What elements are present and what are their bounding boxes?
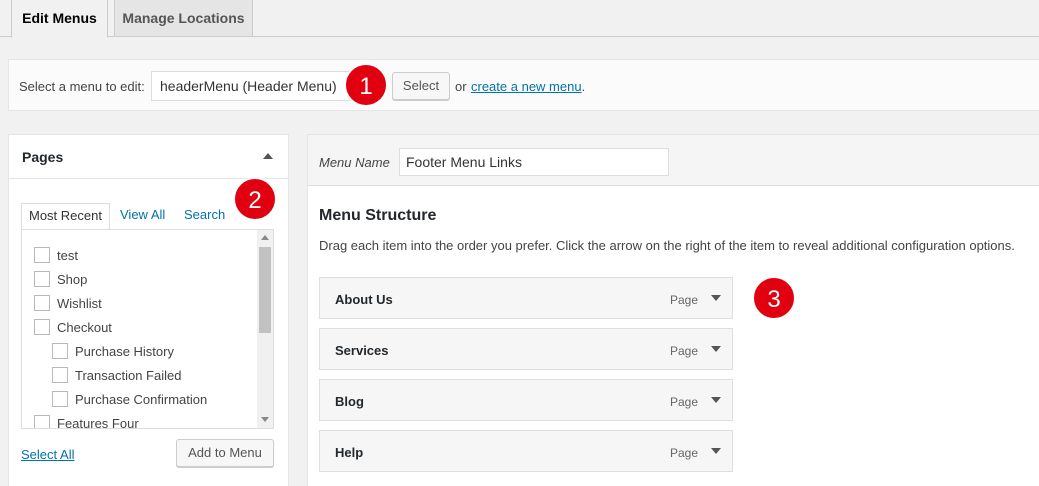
create-menu-wrapper: create a new menu.	[471, 79, 585, 94]
pages-panel-title: Pages	[22, 149, 64, 165]
tab-search[interactable]: Search	[184, 207, 225, 222]
create-new-menu-link[interactable]: create a new menu	[471, 79, 582, 94]
expand-arrow-icon[interactable]	[711, 295, 721, 301]
menu-name-label: Menu Name	[319, 155, 390, 170]
pages-panel-header[interactable]: Pages	[9, 135, 288, 179]
create-link-suffix: .	[581, 79, 586, 94]
tab-manage-locations[interactable]: Manage Locations	[114, 0, 253, 37]
menu-item[interactable]: About Us Page	[319, 277, 733, 319]
step-badge: 3	[752, 276, 796, 320]
menu-item-type: Page	[670, 446, 699, 460]
step-badge: 2	[233, 177, 277, 221]
scroll-up-arrow-icon[interactable]	[261, 235, 269, 240]
page-label: Purchase History	[75, 344, 174, 359]
menu-item[interactable]: Blog Page	[319, 379, 733, 421]
expand-arrow-icon[interactable]	[711, 397, 721, 403]
manage-menus-bar: Select a menu to edit: headerMenu (Heade…	[8, 59, 1039, 111]
page-checkbox[interactable]	[52, 391, 68, 407]
nav-tabs: Edit Menus Manage Locations	[0, 0, 1039, 38]
menu-structure-panel: Menu Name Footer Menu Links Menu Structu…	[307, 134, 1039, 486]
menu-item-title: Help	[335, 445, 364, 460]
pages-checklist: test Shop Wishlist Checkout Purchase His…	[21, 229, 274, 429]
page-checkbox[interactable]	[34, 415, 50, 428]
menu-item-title: Services	[335, 343, 389, 358]
menu-structure-description: Drag each item into the order you prefer…	[319, 238, 1015, 253]
page-checkbox[interactable]	[34, 295, 50, 311]
menu-item-title: About Us	[335, 292, 393, 307]
select-menu-label: Select a menu to edit:	[19, 79, 145, 94]
page-label: Wishlist	[57, 296, 102, 311]
page-checkbox[interactable]	[52, 367, 68, 383]
menu-item[interactable]: Help Page	[319, 430, 733, 472]
page-label: Shop	[57, 272, 88, 287]
menu-item-title: Blog	[335, 394, 364, 409]
add-to-menu-button[interactable]: Add to Menu	[176, 439, 274, 467]
page-checkbox[interactable]	[52, 343, 68, 359]
page-label: Checkout	[57, 320, 112, 335]
page-label: test	[57, 248, 78, 263]
step-badge: 1	[344, 63, 388, 107]
collapse-arrow-icon[interactable]	[263, 153, 273, 159]
select-button[interactable]: Select	[392, 72, 450, 100]
tab-edit-menus[interactable]: Edit Menus	[11, 0, 108, 38]
menu-item[interactable]: Services Page	[319, 328, 733, 370]
page-label: Transaction Failed	[75, 368, 182, 383]
select-all-link[interactable]: Select All	[21, 447, 74, 462]
page-label: Features Four	[57, 416, 139, 429]
tab-most-recent[interactable]: Most Recent	[21, 203, 110, 230]
menu-structure-title: Menu Structure	[319, 207, 437, 224]
or-text: or	[455, 79, 467, 94]
page-checkbox[interactable]	[34, 271, 50, 287]
page-label: Purchase Confirmation	[75, 392, 208, 407]
page-checkbox[interactable]	[34, 319, 50, 335]
expand-arrow-icon[interactable]	[711, 448, 721, 454]
menu-header: Menu Name Footer Menu Links	[308, 135, 1039, 186]
scroll-thumb[interactable]	[259, 247, 271, 333]
page-checkbox[interactable]	[34, 247, 50, 263]
menu-select-dropdown[interactable]: headerMenu (Header Menu)	[151, 71, 357, 101]
menu-item-type: Page	[670, 395, 699, 409]
scroll-down-arrow-icon[interactable]	[261, 417, 269, 422]
menu-item-type: Page	[670, 344, 699, 358]
menu-item-type: Page	[670, 293, 699, 307]
list-scrollbar[interactable]	[257, 230, 273, 428]
menu-name-input[interactable]: Footer Menu Links	[399, 148, 669, 176]
expand-arrow-icon[interactable]	[711, 346, 721, 352]
tab-view-all[interactable]: View All	[120, 207, 165, 222]
